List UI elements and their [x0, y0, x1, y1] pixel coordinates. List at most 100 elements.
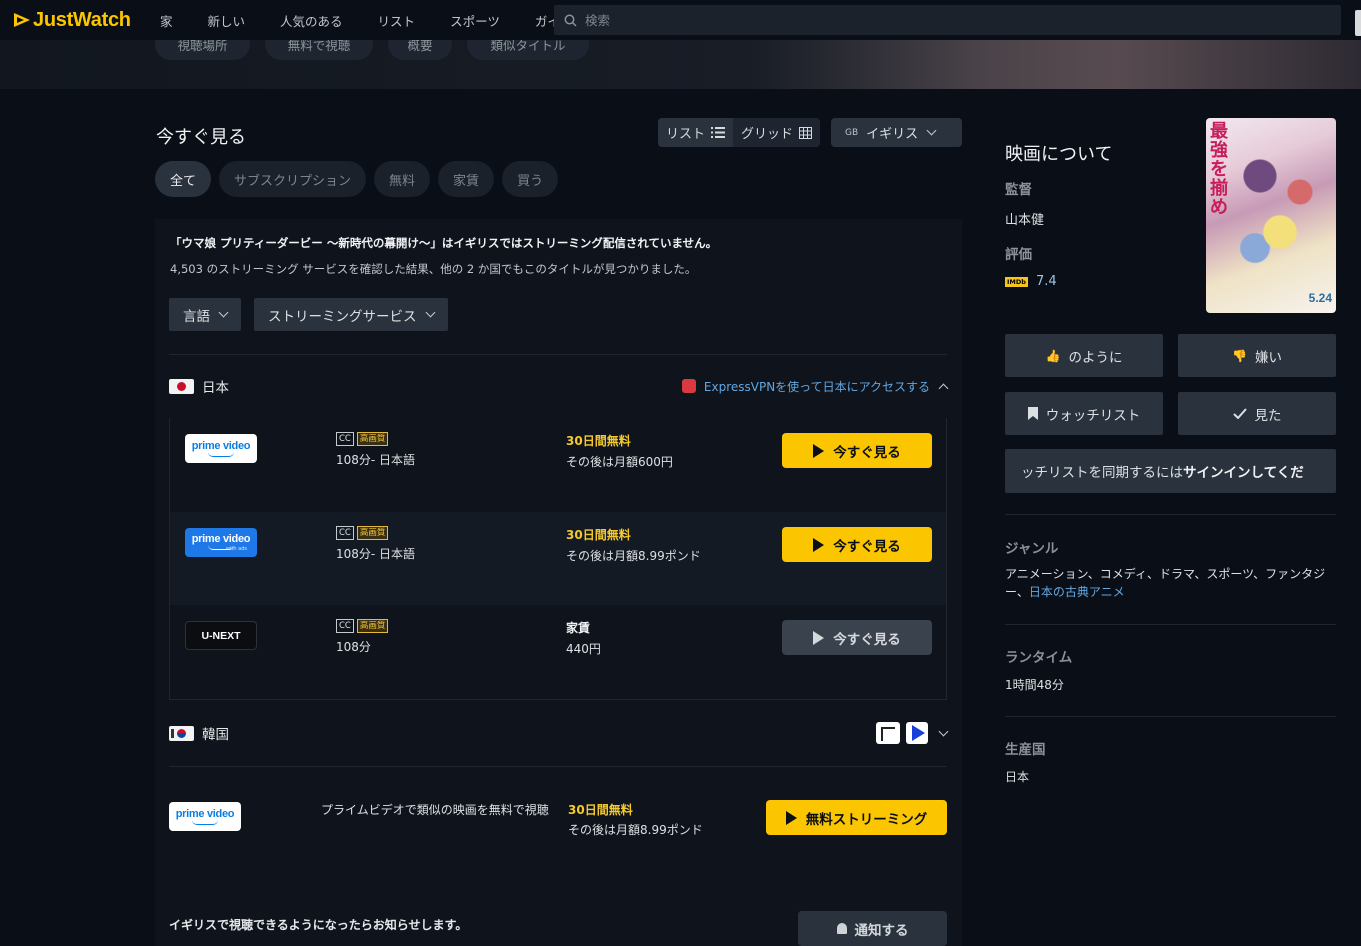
expressvpn-link[interactable]: ExpressVPNを使って日本にアクセスする: [681, 378, 949, 395]
streaming-service-dropdown[interactable]: ストリーミングサービス: [254, 298, 448, 331]
filter-all[interactable]: 全て: [155, 161, 212, 197]
vpn-link-text: ExpressVPNを使って日本にアクセスする: [703, 379, 930, 394]
country-selector[interactable]: GB イギリス: [831, 118, 962, 147]
nav-lists[interactable]: リスト: [378, 11, 416, 30]
hero-backdrop: 視聴場所 無料で視聴 概要 類似タイトル: [0, 40, 1361, 89]
service-dropdown-label: ストリーミングサービス: [268, 308, 417, 325]
thumbs-up-icon: 👍: [1045, 348, 1061, 363]
imdb-score: 7.4: [1035, 274, 1057, 289]
country-row-japan[interactable]: 日本 ExpressVPNを使って日本にアクセスする: [169, 371, 949, 401]
prime-video-logo[interactable]: prime video: [185, 434, 257, 463]
filter-buy[interactable]: 買う: [502, 161, 559, 197]
similar-promo: prime video プライムビデオで類似の映画を無料で視聴 30日間無料 そ…: [169, 785, 947, 881]
seen-button[interactable]: 見た: [1178, 392, 1336, 435]
grid-view-button[interactable]: グリッド: [733, 118, 820, 147]
u-next-logo[interactable]: U-NEXT: [185, 621, 257, 650]
prime-video-with-ads-logo[interactable]: prime video with ads: [185, 528, 257, 557]
notify-label: 通知する: [854, 922, 909, 939]
list-icon: [711, 127, 726, 138]
search-bar[interactable]: [554, 5, 1341, 35]
with-ads-label: with ads: [225, 545, 247, 552]
watch-now-label: 今すぐ見る: [833, 631, 901, 648]
list-view-label: リスト: [666, 127, 706, 142]
offer-row: prime video CC 高画質 108分- 日本語 30日間無料 その後は…: [170, 418, 946, 511]
language-dropdown[interactable]: 言語: [169, 298, 241, 331]
filter-subscription[interactable]: サブスクリプション: [219, 161, 367, 197]
promo-price-sub: その後は月額8.99ポンド: [568, 823, 703, 837]
similar-promo-text: プライムビデオで類似の映画を無料で視聴: [321, 803, 549, 817]
provider-name: prime video: [191, 439, 251, 452]
cc-badge: CC: [336, 432, 354, 446]
nav-sports[interactable]: スポーツ: [450, 11, 500, 30]
watch-now-title: 今すぐ見る: [156, 127, 246, 148]
chevron-down-icon: [938, 726, 949, 736]
genre-link[interactable]: 日本の古典アニメ: [1029, 585, 1125, 599]
offer-row: U-NEXT CC 高画質 108分 家賃 440円 今すぐ見る: [170, 605, 946, 698]
signin-sync-bar[interactable]: ッチリストを同期するには サインインしてくだ: [1005, 449, 1336, 493]
notify-button[interactable]: 通知する: [798, 911, 947, 946]
filter-rent[interactable]: 家賃: [438, 161, 495, 197]
poster-artwork: [1230, 128, 1330, 288]
cc-badge: CC: [336, 619, 354, 633]
divider: [169, 354, 947, 355]
free-streaming-button[interactable]: 無料ストリーミング: [766, 800, 947, 835]
signin-link[interactable]: サインインしてくだ: [1183, 461, 1304, 481]
search-input[interactable]: [585, 12, 741, 28]
offers-panel: 「ウマ娘 プリティーダービー 〜新時代の幕開け〜」はイギリスではストリーミング配…: [155, 219, 962, 946]
offer-meta: 108分- 日本語: [336, 453, 416, 467]
korea-providers: [876, 722, 949, 744]
availability-summary: 4,503 のストリーミング サービスを確認した結果、他の 2 か国でもこのタイ…: [170, 262, 697, 276]
dislike-button[interactable]: 👎 嫌い: [1178, 334, 1336, 377]
nav-new[interactable]: 新しい: [208, 11, 246, 30]
quality-badge: 高画質: [356, 526, 389, 540]
filter-free[interactable]: 無料: [374, 161, 431, 197]
play-provider-icon: [906, 722, 928, 744]
quality-badge: 高画質: [356, 432, 389, 446]
nav-popular[interactable]: 人気のある: [280, 11, 343, 30]
offer-meta: 108分: [336, 640, 371, 654]
imdb-icon: IMDb: [1005, 276, 1028, 287]
logo-text: JustWatch: [33, 8, 131, 31]
offer-price-title: 30日間無料: [566, 528, 631, 542]
justwatch-logo[interactable]: JustWatch: [14, 9, 154, 32]
watch-now-button[interactable]: 今すぐ見る: [782, 527, 932, 562]
director-name[interactable]: 山本健: [1005, 209, 1044, 228]
check-icon: [1232, 408, 1247, 419]
japan-flag-icon: [169, 378, 194, 394]
offer-row: prime video with ads CC 高画質 108分- 日本語 30…: [170, 512, 946, 605]
country-name: 日本: [202, 380, 229, 396]
offer-badges: CC 高画質: [336, 619, 389, 633]
notify-text: イギリスで視聴できるようになったらお知らせします。: [169, 918, 468, 932]
like-button[interactable]: 👍 のように: [1005, 334, 1163, 377]
poster-date: 5.24: [1308, 291, 1332, 305]
play-icon: [813, 537, 825, 552]
genres: アニメーション、コメディ、ドラマ、スポーツ、ファンタジー、日本の古典アニメ: [1005, 565, 1336, 601]
watch-now-button[interactable]: 今すぐ見る: [782, 433, 932, 468]
prime-video-logo[interactable]: prime video: [169, 802, 241, 831]
list-view-button[interactable]: リスト: [658, 118, 734, 147]
chip-where-to-watch[interactable]: 視聴場所: [155, 40, 250, 60]
divider: [1005, 716, 1336, 717]
offer-price-sub: その後は月額8.99ポンド: [566, 549, 701, 563]
divider: [1005, 624, 1336, 625]
runtime-label: ランタイム: [1005, 650, 1073, 666]
chip-overview[interactable]: 概要: [388, 40, 452, 60]
provider-icon: [876, 722, 900, 744]
chip-similar-titles[interactable]: 類似タイトル: [467, 40, 589, 60]
country-row-korea[interactable]: 韓国: [169, 718, 949, 748]
country-name: 韓国: [202, 727, 229, 743]
movie-poster[interactable]: 最強を揃め 5.24: [1206, 118, 1336, 313]
grid-icon: [799, 126, 813, 139]
free-streaming-label: 無料ストリーミング: [805, 811, 928, 828]
chip-watch-free[interactable]: 無料で視聴: [265, 40, 373, 60]
watch-now-button[interactable]: 今すぐ見る: [782, 620, 932, 655]
thumbs-down-icon: 👎: [1232, 348, 1247, 363]
offer-badges: CC 高画質: [336, 432, 389, 446]
expressvpn-icon: [681, 379, 696, 393]
about-title: 映画について: [1005, 144, 1113, 165]
amazon-smile-icon: [192, 820, 218, 825]
nav-home[interactable]: 家: [160, 11, 173, 30]
profile-button-edge[interactable]: [1355, 10, 1361, 36]
watchlist-button[interactable]: ウォッチリスト: [1005, 392, 1163, 435]
signin-prefix: ッチリストを同期するには: [1021, 465, 1183, 481]
